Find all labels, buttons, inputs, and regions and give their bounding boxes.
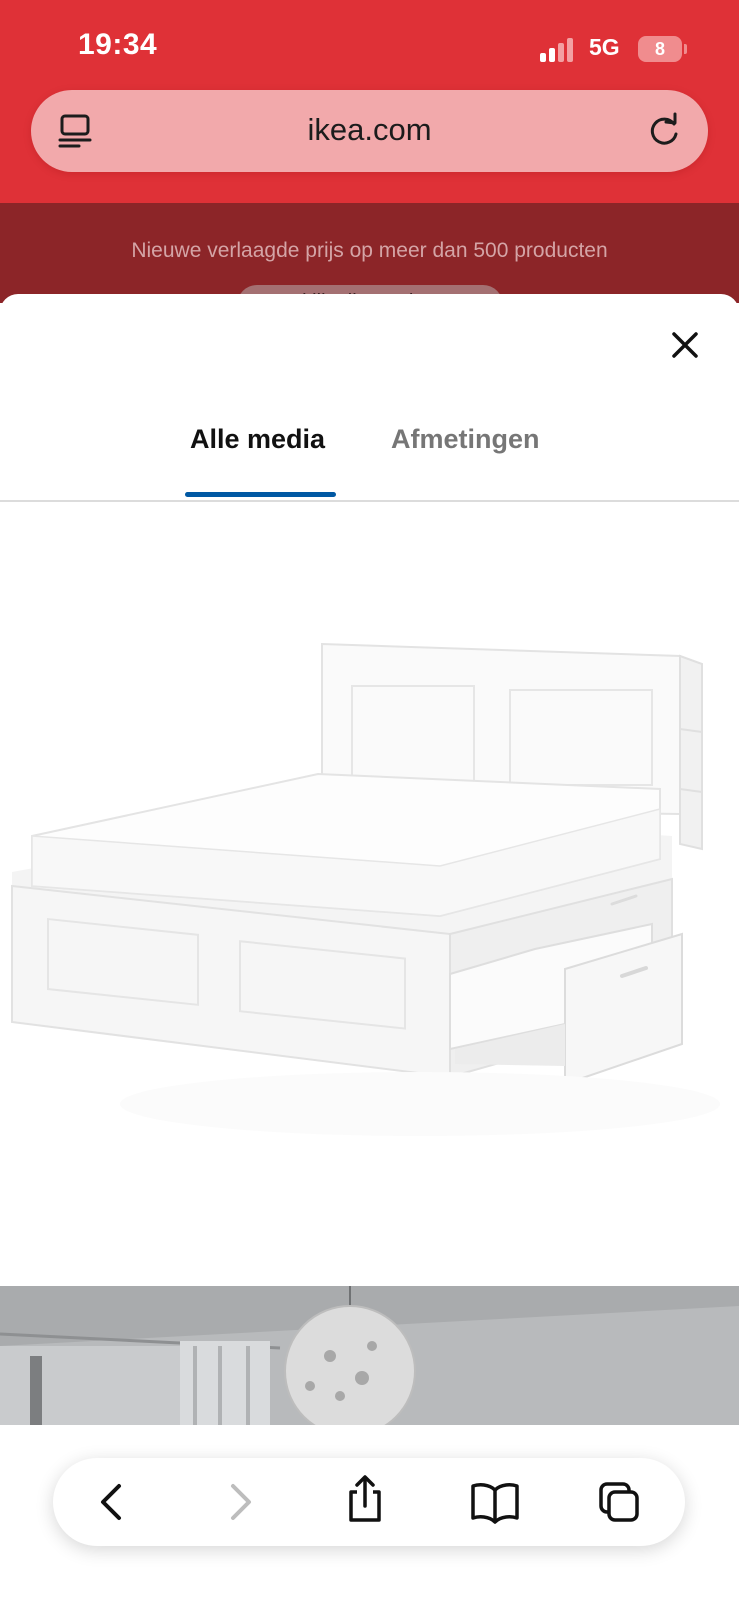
media-modal: Alle media Afmetingen [0, 294, 739, 1600]
back-icon[interactable] [91, 1480, 135, 1524]
share-icon[interactable] [343, 1474, 387, 1524]
battery-nub [684, 44, 687, 54]
forward-icon[interactable] [217, 1480, 261, 1524]
tab-all-media[interactable]: Alle media [190, 424, 325, 455]
media-tabs: Alle media Afmetingen [0, 406, 739, 502]
tab-dimensions[interactable]: Afmetingen [391, 424, 540, 455]
bookmarks-icon[interactable] [469, 1480, 521, 1524]
close-icon[interactable] [668, 328, 702, 362]
tabs-icon[interactable] [597, 1480, 641, 1524]
active-tab-indicator [185, 492, 336, 497]
promo-banner: Nieuwe verlaagde prijs op meer dan 500 p… [0, 203, 739, 325]
battery-icon: 8 [638, 36, 682, 62]
status-time: 19:34 [78, 28, 158, 61]
signal-strength-icon [540, 38, 573, 62]
browser-toolbar [53, 1458, 685, 1546]
url-text[interactable]: ikea.com [31, 112, 708, 148]
promo-banner-text: Nieuwe verlaagde prijs op meer dan 500 p… [131, 239, 608, 262]
url-bar[interactable]: ikea.com [31, 90, 708, 172]
battery-level: 8 [654, 38, 665, 59]
reload-icon[interactable] [645, 112, 683, 150]
network-type: 5G [589, 34, 620, 60]
browser-header: 19:34 5G 8 ikea.com [0, 0, 739, 203]
